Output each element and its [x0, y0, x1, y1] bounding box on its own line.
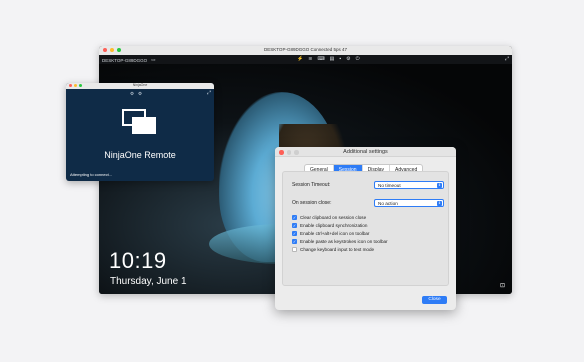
ninjaone-window: NinjaOne ⚙ ⚙ ⤢ NinjaOne Remote Attemptin…: [66, 83, 214, 181]
power-button-icon[interactable]: ⏻: [356, 56, 360, 62]
ninjaone-window-title: NinjaOne: [132, 83, 148, 87]
ninja-expand-icon[interactable]: ⤢: [207, 90, 211, 96]
session-timeout-label: Session Timeout:: [292, 182, 331, 188]
session-timeout-value: No timeout: [378, 183, 401, 188]
ctrl-alt-del-option[interactable]: ✓ Enable ctrl+alt+del icon on toolbar: [292, 231, 369, 236]
connection-status: Attempting to connect...: [70, 172, 113, 177]
ninjaone-app-name: NinjaOne Remote: [104, 150, 176, 160]
checkbox-label: Enable clipboard synchronization: [300, 223, 368, 228]
checkbox-label: Enable ctrl+alt+del icon on toolbar: [300, 231, 370, 236]
checkbox-unchecked-icon[interactable]: [292, 247, 297, 252]
clear-clipboard-option[interactable]: ✓ Clear clipboard on session close: [292, 215, 366, 220]
session-close-select[interactable]: No action ⇕: [374, 199, 444, 207]
session-timeout-select[interactable]: No timeout ⇕: [374, 181, 444, 189]
gear-icon[interactable]: ⚙: [346, 56, 350, 62]
remote-window-title: DESKTOP-G89DGGO Connected 5ps 47: [264, 47, 347, 52]
network-icon[interactable]: ⊡: [500, 282, 505, 289]
checkbox-label: Clear clipboard on session close: [300, 215, 367, 220]
clipboard-sync-option[interactable]: ✓ Enable clipboard synchronization: [292, 223, 367, 228]
checkbox-checked-icon[interactable]: ✓: [292, 223, 297, 228]
ninjaone-logo-icon: [122, 109, 158, 137]
checkbox-checked-icon[interactable]: ✓: [292, 231, 297, 236]
trash-icon[interactable]: ▪: [339, 56, 341, 62]
session-close-label: On session close:: [292, 200, 332, 206]
lock-screen-date: Thursday, June 1: [110, 276, 187, 287]
expand-icon[interactable]: ⤢: [505, 56, 509, 62]
chart-icon[interactable]: ≋: [308, 56, 312, 62]
remote-window-titlebar: DESKTOP-G89DGGO Connected 5ps 47: [99, 46, 512, 55]
checkbox-label: Change keyboard input to text mode: [300, 247, 375, 252]
checkbox-checked-icon[interactable]: ✓: [292, 239, 297, 244]
power-icon[interactable]: ⚡: [297, 56, 303, 62]
clipboard-icon[interactable]: ▤: [330, 56, 335, 62]
dialog-titlebar: Additional settings: [275, 147, 456, 157]
checkbox-label: Enable paste as keystrokes icon on toolb…: [300, 239, 388, 244]
lock-screen-time: 10:19: [109, 248, 167, 273]
remote-toolbar: DESKTOP-G89DGGO ▭ ⚡ ≋ ⌨ ▤ ▪ ⚙ ⏻ ⤢: [99, 55, 512, 64]
keyboard-icon[interactable]: ⌨: [317, 56, 324, 62]
additional-settings-dialog: Additional settings General Session Disp…: [275, 147, 456, 310]
close-button[interactable]: Close: [422, 296, 447, 304]
paste-keystrokes-option[interactable]: ✓ Enable paste as keystrokes icon on too…: [292, 239, 388, 244]
text-mode-option[interactable]: Change keyboard input to text mode: [292, 247, 374, 252]
session-panel: Session Timeout: No timeout ⇕ On session…: [282, 171, 449, 286]
chevron-updown-icon: ⇕: [437, 183, 442, 188]
background-card: DESKTOP-G89DGGO Connected 5ps 47 DESKTOP…: [0, 0, 584, 362]
checkbox-checked-icon[interactable]: ✓: [292, 215, 297, 220]
ninjaone-titlebar: NinjaOne: [66, 83, 214, 89]
remote-host-name: DESKTOP-G89DGGO: [102, 57, 148, 63]
ninja-settings-icon[interactable]: ⚙: [130, 91, 134, 97]
chevron-updown-icon: ⇕: [437, 201, 442, 206]
dialog-title: Additional settings: [343, 149, 388, 155]
session-close-value: No action: [378, 201, 398, 206]
ninja-gear-icon[interactable]: ⚙: [138, 91, 142, 97]
monitor-icon[interactable]: ▭: [151, 57, 155, 63]
